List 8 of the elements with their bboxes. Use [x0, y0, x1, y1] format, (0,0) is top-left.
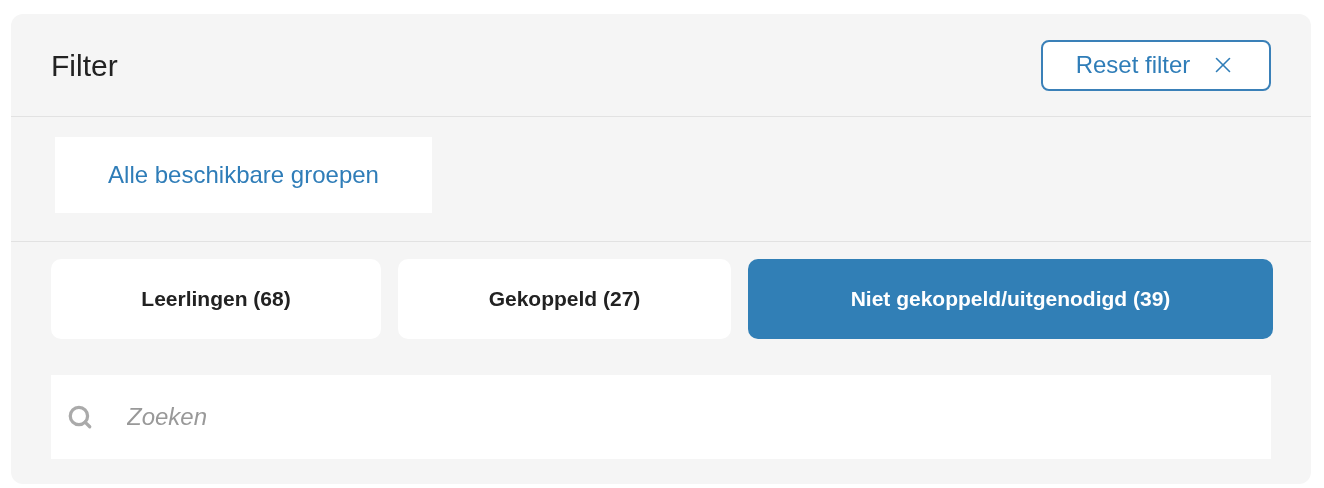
filter-tab[interactable]: Gekoppeld (27) — [398, 259, 731, 339]
search-field[interactable]: Zoeken — [51, 375, 1271, 459]
filter-tab[interactable]: Leerlingen (68) — [51, 259, 381, 339]
panel-title: Filter — [51, 47, 118, 84]
filter-tab[interactable]: Niet gekoppeld/uitgenodigd (39) — [748, 259, 1273, 339]
group-selector[interactable]: Alle beschikbare groepen — [55, 137, 432, 213]
reset-filter-button[interactable]: Reset filter — [1041, 39, 1271, 91]
search-icon — [67, 404, 93, 430]
